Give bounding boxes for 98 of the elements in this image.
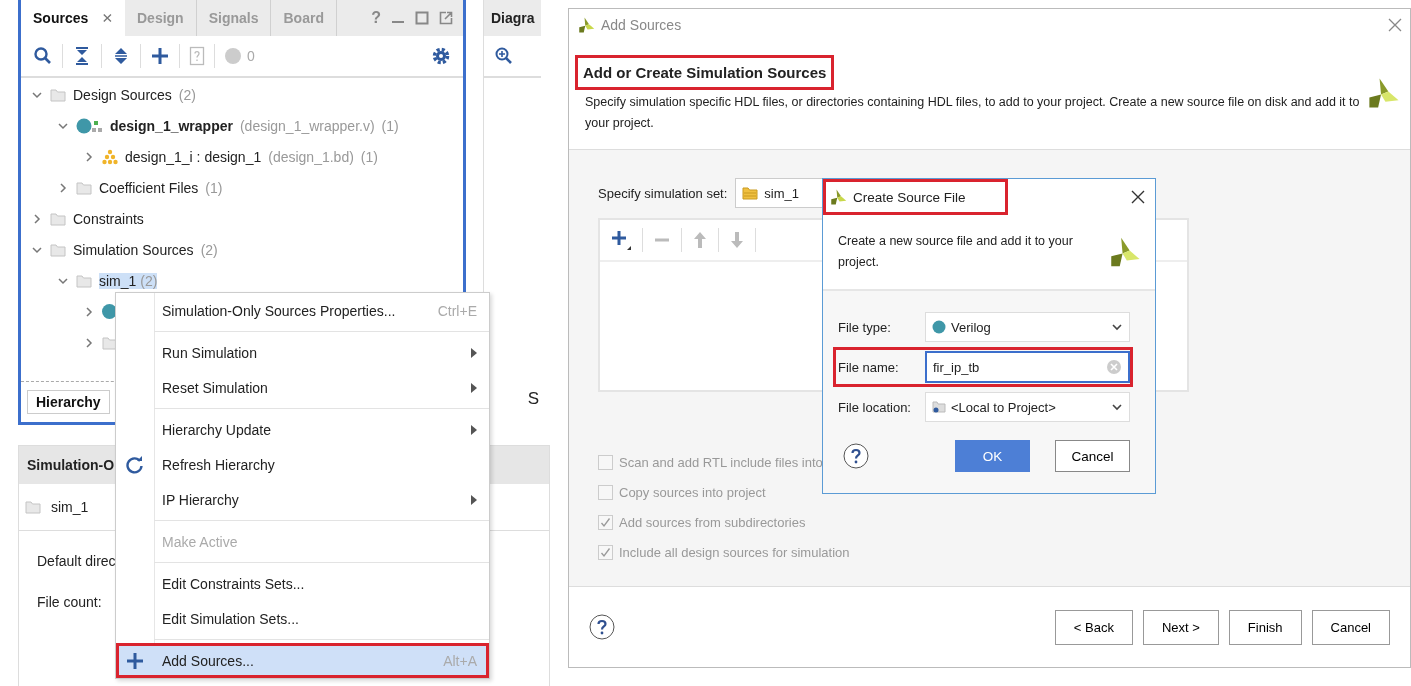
item-count: (2) [200, 241, 218, 258]
menu-item[interactable]: Hierarchy Update [116, 412, 489, 447]
help-icon[interactable] [843, 443, 869, 469]
issue-count: 0 [247, 48, 255, 64]
tree-item[interactable]: Coefficient Files [99, 179, 199, 196]
menu-item[interactable]: IP Hierarchy [116, 482, 489, 517]
folder-icon [25, 500, 41, 514]
module-icon [76, 117, 103, 134]
tree-item[interactable]: design_1_i : design_1 [125, 148, 262, 165]
page-heading: Add or Create Simulation Sources [575, 55, 835, 90]
field-label: File type: [838, 319, 892, 335]
folder-icon [76, 273, 92, 288]
tree-item[interactable]: design_1_wrapper [110, 117, 233, 134]
panel-tab[interactable]: Sources [21, 0, 125, 36]
tree-item[interactable]: Constraints [73, 210, 144, 227]
field-value: fir_ip_tb [933, 359, 980, 375]
menu-item[interactable]: Run Simulation [116, 335, 489, 370]
canvas-text: S [527, 389, 539, 409]
close-icon[interactable] [1131, 190, 1145, 204]
selected-value: <Local to Project> [951, 399, 1056, 415]
dialog-button[interactable]: < Back [1054, 609, 1133, 645]
title-text: Create Source File [853, 189, 966, 205]
add-icon[interactable] [150, 46, 170, 66]
submenu-arrow-icon [471, 382, 477, 393]
input-field[interactable]: fir_ip_tb [925, 351, 1130, 383]
item-count: (1) [360, 148, 378, 165]
dropdown[interactable]: Verilog [925, 312, 1130, 342]
folder-icon [932, 400, 946, 414]
chevron-right-icon[interactable] [57, 181, 69, 194]
chevron-right-icon[interactable] [83, 305, 95, 318]
submenu-arrow-icon [471, 494, 477, 505]
module-icon [102, 304, 117, 319]
item-count: (2) [140, 272, 158, 289]
selected-value: Verilog [951, 319, 991, 335]
tree-item[interactable]: sim_1 [99, 272, 141, 289]
panel-title: Simulation-O [27, 457, 115, 473]
panel-title: Diagra [491, 10, 535, 26]
dialog-button[interactable]: Next > [1142, 609, 1219, 645]
folder-icon [50, 87, 66, 102]
tree-item[interactable]: Design Sources [73, 86, 172, 103]
folder-icon [742, 186, 759, 200]
circle-icon [932, 320, 946, 334]
selected-value: sim_1 [764, 185, 800, 201]
chevron-right-icon[interactable] [83, 336, 95, 349]
refresh-icon [126, 455, 144, 474]
menu-item[interactable]: Add Sources... Alt+A [116, 643, 489, 678]
folder-icon [76, 180, 92, 195]
submenu-arrow-icon [471, 347, 477, 358]
chevron-down-icon [1111, 321, 1123, 333]
dialog-description: Create a new source file and add it to your project. [838, 233, 1074, 271]
checkbox-label: Add sources from subdirectories [619, 515, 806, 530]
logo-icon [829, 188, 847, 206]
float-window-icon[interactable] [439, 11, 453, 25]
menu-item[interactable]: Reset Simulation [116, 370, 489, 405]
field-label: Specify simulation set: [598, 185, 728, 201]
settings-icon[interactable] [431, 46, 451, 66]
add-icon[interactable] [610, 229, 632, 251]
field-label: File count: [37, 594, 103, 610]
menu-item[interactable]: Edit Constraints Sets... [116, 566, 489, 601]
shortcut-label: Alt+A [443, 652, 477, 669]
chevron-right-icon[interactable] [83, 150, 95, 163]
dialog-title: Add Sources [601, 16, 682, 33]
tree-item[interactable]: Simulation Sources [73, 241, 194, 258]
dialog-button[interactable]: Cancel [1311, 609, 1390, 645]
zoom-in-icon[interactable] [494, 46, 514, 66]
item-count: (2) [178, 86, 196, 103]
item-count: (1) [381, 117, 399, 134]
field-label: File name: [838, 359, 900, 375]
item-count: (1) [205, 179, 223, 196]
maximize-icon[interactable] [415, 11, 429, 25]
menu-item[interactable]: Refresh Hierarchy [116, 447, 489, 482]
block-design-icon [102, 148, 118, 165]
field-label: Default direc [37, 553, 117, 569]
search-icon[interactable] [33, 46, 53, 66]
menu-item[interactable]: Simulation-Only Sources Properties... Ctrl+E [116, 293, 489, 328]
file-name: (design_1.bd) [268, 148, 354, 165]
field-label: File location: [838, 399, 912, 415]
set-name: sim_1 [51, 499, 89, 515]
dialog-button[interactable]: Cancel [1055, 440, 1130, 472]
folder-icon [50, 242, 66, 257]
dialog-button[interactable]: OK [955, 440, 1030, 472]
submenu-arrow-icon [471, 424, 477, 435]
page-description: Specify simulation specific HDL files, or directories containing HDL files, to add to your project. Create a new source file on disk and add it to your project. [584, 94, 1361, 132]
menu-item[interactable]: Edit Simulation Sets... [116, 601, 489, 636]
checkbox-label: Scan and add RTL include files into [619, 455, 823, 470]
view-tab[interactable]: Hierarchy [27, 390, 110, 414]
chevron-down-icon [1111, 401, 1123, 413]
dropdown[interactable]: <Local to Project> [925, 392, 1130, 422]
dialog-button[interactable]: Finish [1228, 609, 1302, 645]
file-name: (design_1_wrapper.v) [239, 117, 375, 134]
checkbox-label: Copy sources into project [619, 485, 766, 500]
add-icon [126, 651, 144, 670]
checkbox-label: Include all design sources for simulation [619, 545, 850, 560]
chevron-right-icon[interactable] [31, 212, 43, 225]
status-dot-icon [224, 47, 242, 65]
folder-icon [50, 211, 66, 226]
shortcut-label: Ctrl+E [437, 302, 477, 319]
help-icon[interactable] [589, 614, 615, 640]
